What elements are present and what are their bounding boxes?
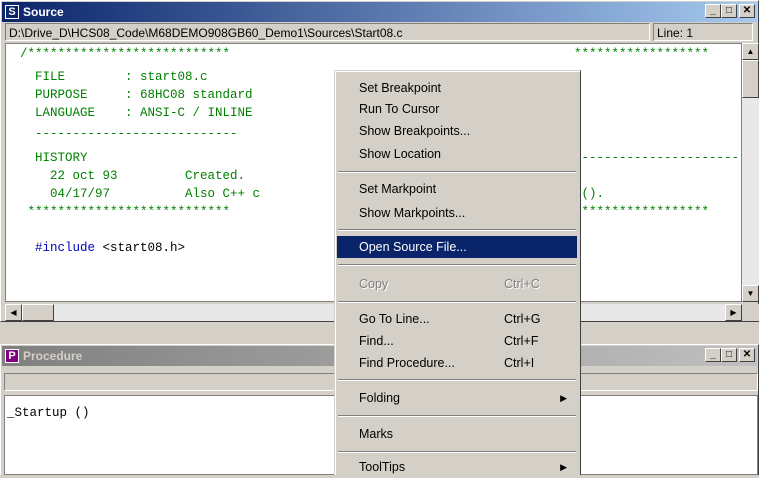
- file-path-field: D:\Drive_D\HCS08_Code\M68DEMO908GB60_Dem…: [5, 23, 650, 41]
- close-icon: ✕: [742, 5, 752, 16]
- menu-item-run-to-cursor[interactable]: Run To Cursor: [337, 98, 577, 120]
- menu-item-folding[interactable]: Folding ▶: [337, 387, 577, 409]
- minimize-icon: _: [710, 5, 716, 16]
- include-line: #include <start08.h>: [20, 240, 185, 256]
- menu-shortcut: Ctrl+F: [504, 334, 539, 348]
- scroll-right-button[interactable]: ▶: [725, 304, 742, 321]
- menu-shortcut: Ctrl+G: [504, 312, 541, 326]
- arrow-left-icon: ◀: [10, 308, 17, 317]
- menu-shortcut: Ctrl+I: [504, 356, 535, 370]
- source-app-icon[interactable]: S: [5, 5, 19, 19]
- source-title-bar[interactable]: S Source _ □ ✕: [2, 2, 757, 22]
- code-line: ------------------------: [574, 151, 742, 165]
- menu-item-label: Show Location: [359, 147, 442, 161]
- vertical-scroll-thumb[interactable]: [742, 60, 759, 98]
- menu-separator: [338, 229, 576, 231]
- code-line: ---------------------------: [20, 127, 238, 141]
- include-keyword: #include: [20, 241, 96, 255]
- menu-item-label: Find Procedure...: [359, 356, 455, 370]
- menu-separator: [338, 379, 576, 381]
- menu-item-marks[interactable]: Marks: [337, 423, 577, 445]
- submenu-arrow-icon: ▶: [560, 393, 567, 403]
- arrow-down-icon: ▼: [746, 289, 755, 298]
- minimize-button[interactable]: _: [705, 348, 721, 362]
- maximize-button[interactable]: □: [721, 348, 737, 362]
- code-line: ******************: [574, 47, 710, 61]
- menu-item-find-procedure[interactable]: Find Procedure... Ctrl+I: [337, 352, 577, 374]
- menu-item-label: Set Markpoint: [359, 182, 437, 196]
- menu-item-show-breakpoints[interactable]: Show Breakpoints...: [337, 120, 577, 142]
- menu-separator: [338, 301, 576, 303]
- menu-item-label: Show Markpoints...: [359, 206, 466, 220]
- menu-item-set-markpoint[interactable]: Set Markpoint: [337, 178, 577, 200]
- menu-item-go-to-line[interactable]: Go To Line... Ctrl+G: [337, 308, 577, 330]
- code-line: HISTORY: [20, 151, 88, 165]
- line-indicator: Line: 1: [653, 23, 753, 41]
- code-line: /***************************: [20, 47, 231, 61]
- menu-item-label: Go To Line...: [359, 312, 430, 326]
- menu-item-show-location[interactable]: Show Location: [337, 143, 577, 165]
- menu-item-show-markpoints[interactable]: Show Markpoints...: [337, 202, 577, 224]
- procedure-title: Procedure: [23, 349, 83, 363]
- menu-item-label: Show Breakpoints...: [359, 124, 471, 138]
- resize-grip[interactable]: [742, 304, 759, 321]
- menu-item-find[interactable]: Find... Ctrl+F: [337, 330, 577, 352]
- scroll-left-button[interactable]: ◀: [5, 304, 22, 321]
- menu-separator: [338, 264, 576, 266]
- menu-separator: [338, 171, 576, 173]
- procedure-app-icon[interactable]: P: [5, 349, 19, 363]
- arrow-up-icon: ▲: [746, 47, 755, 56]
- code-line: 04/17/97 Also C++ c: [20, 187, 261, 201]
- close-button[interactable]: ✕: [739, 4, 755, 18]
- code-line: LANGUAGE : ANSI-C / INLINE: [20, 106, 253, 120]
- scroll-up-button[interactable]: ▲: [742, 43, 759, 60]
- menu-item-label: Set Breakpoint: [359, 81, 441, 95]
- menu-shortcut: Ctrl+C: [504, 277, 540, 291]
- scroll-down-button[interactable]: ▼: [742, 285, 759, 302]
- code-line: PURPOSE : 68HC08 standard: [20, 88, 253, 102]
- procedure-item[interactable]: _Startup (): [7, 406, 90, 420]
- menu-item-label: Marks: [359, 427, 394, 441]
- code-line: ***************************: [20, 205, 231, 219]
- context-menu: Set Breakpoint Run To Cursor Show Breakp…: [334, 70, 581, 475]
- menu-item-label: Folding: [359, 391, 400, 405]
- menu-item-label: Find...: [359, 334, 394, 348]
- vertical-scrollbar[interactable]: ▲ ▼: [742, 43, 759, 302]
- menu-separator: [338, 451, 576, 453]
- maximize-icon: □: [725, 5, 733, 16]
- menu-item-open-source-file[interactable]: Open Source File...: [337, 236, 577, 258]
- menu-item-set-breakpoint[interactable]: Set Breakpoint: [337, 77, 577, 99]
- menu-item-label: ToolTips: [359, 460, 406, 474]
- maximize-button[interactable]: □: [721, 4, 737, 18]
- minimize-icon: _: [710, 349, 716, 360]
- menu-item-label: Copy: [359, 277, 389, 291]
- minimize-button[interactable]: _: [705, 4, 721, 18]
- source-title: Source: [23, 5, 64, 19]
- close-button[interactable]: ✕: [739, 348, 755, 362]
- maximize-icon: □: [725, 349, 733, 360]
- close-icon: ✕: [742, 349, 752, 360]
- menu-item-copy[interactable]: Copy Ctrl+C: [337, 273, 577, 295]
- horizontal-scroll-thumb[interactable]: [22, 304, 54, 321]
- include-header: <start08.h>: [95, 241, 186, 255]
- code-line: 22 oct 93 Created.: [20, 169, 246, 183]
- menu-item-label: Open Source File...: [359, 240, 467, 254]
- code-line: FILE : start08.c: [20, 70, 208, 84]
- menu-separator: [338, 415, 576, 417]
- menu-item-label: Run To Cursor: [359, 102, 440, 116]
- arrow-right-icon: ▶: [730, 308, 737, 317]
- code-line: ******************: [574, 205, 710, 219]
